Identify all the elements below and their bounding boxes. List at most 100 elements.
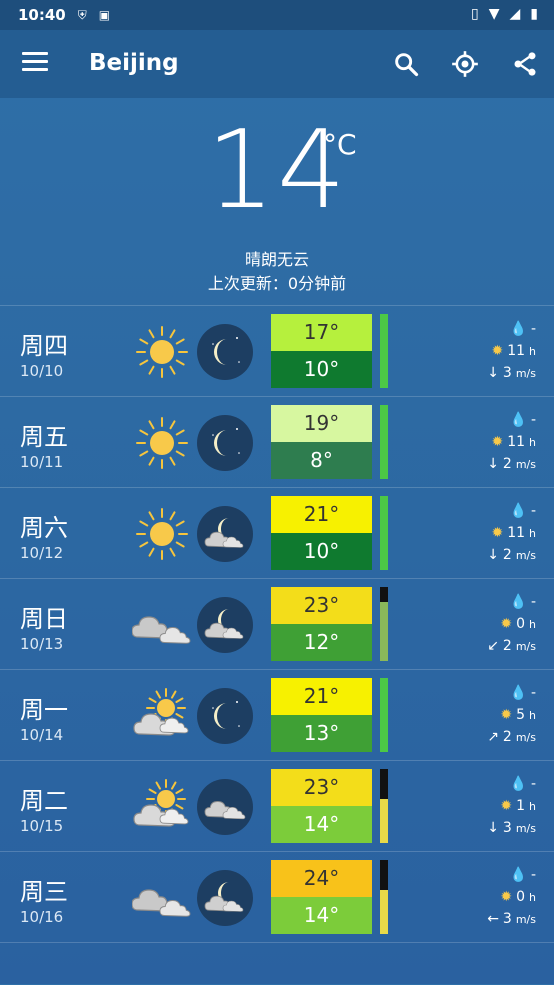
wind-speed: 3 — [502, 365, 512, 381]
last-updated: 上次更新：0分钟前 — [207, 274, 347, 293]
wind-speed: 2 — [502, 729, 512, 745]
wind-arrow-icon: ↗ — [487, 729, 499, 745]
sunshine-bar — [380, 860, 388, 934]
forecast-details: 💧 - ✹ 5 h ↗ 2 m/s — [446, 682, 536, 748]
sun-hours: 0 — [516, 889, 526, 905]
temp-high: 23° — [271, 769, 372, 806]
forecast-row[interactable]: 周三 10/16 24° 14° 💧 - ✹ 0 h ← 3 m/s — [0, 851, 554, 942]
wind-arrow-icon: ↓ — [487, 820, 499, 836]
status-bar: 10:40 ⛨ ▣ ▯ ▼ ◢ ▮ — [0, 0, 554, 30]
forecast-row[interactable]: 周六 10/12 21° 10° 💧 - ✹ 11 h ↓ 2 m/s — [0, 487, 554, 578]
forecast-date: 10/12 — [20, 544, 64, 562]
wind-unit: m/s — [515, 639, 536, 653]
share-icon[interactable] — [511, 50, 539, 78]
forecast-day: 周日 — [20, 605, 68, 633]
raindrop-icon: 💧 — [509, 321, 527, 337]
forecast-details: 💧 - ✹ 11 h ↓ 3 m/s — [446, 318, 536, 384]
raindrop-icon: 💧 — [509, 594, 527, 610]
sun-unit: h — [529, 708, 536, 722]
temperature-box: 17° 10° — [271, 314, 372, 388]
temperature-unit: °C — [323, 128, 357, 161]
sunshine-bar — [380, 405, 388, 479]
temp-low: 14° — [271, 897, 372, 934]
signal-icon: ◢ — [509, 6, 521, 22]
temperature-box: 21° 13° — [271, 678, 372, 752]
forecast-day: 周三 — [20, 878, 68, 906]
forecast-date: 10/15 — [20, 817, 64, 835]
sun-hours: 5 — [516, 707, 526, 723]
forecast-details: 💧 - ✹ 11 h ↓ 2 m/s — [446, 409, 536, 475]
sun-small-icon: ✹ — [491, 343, 504, 359]
wind-unit: m/s — [515, 457, 536, 471]
app-bar: Beijing — [0, 30, 554, 98]
wind-speed: 2 — [502, 456, 512, 472]
sunshine-bar-fill — [380, 405, 388, 479]
forecast-day: 周五 — [20, 423, 68, 451]
sunshine-bar-fill — [380, 889, 388, 934]
raindrop-icon: 💧 — [509, 503, 527, 519]
forecast-date: 10/11 — [20, 453, 64, 471]
wind-arrow-icon: ↓ — [487, 547, 499, 563]
wind-speed: 2 — [502, 638, 512, 654]
sun-icon — [132, 324, 192, 380]
sun-unit: h — [529, 435, 536, 449]
partly-cloudy-sun-icon — [132, 779, 192, 835]
current-condition: 晴朗无云 — [244, 250, 309, 269]
night-cloud-icon — [197, 779, 253, 835]
wind-unit: m/s — [515, 821, 536, 835]
sun-icon — [132, 415, 192, 471]
forecast-row[interactable]: 周一 10/14 21° 13° 💧 - ✹ 5 h ↗ 2 m/s — [0, 669, 554, 760]
wind-arrow-icon: ↙ — [487, 638, 499, 654]
menu-button[interactable] — [22, 52, 48, 74]
wind-speed: 3 — [502, 820, 512, 836]
sunshine-bar-fill — [380, 314, 388, 388]
temperature-box: 23° 12° — [271, 587, 372, 661]
forecast-date: 10/10 — [20, 362, 64, 380]
wind-unit: m/s — [515, 548, 536, 562]
sun-hours: 11 — [507, 525, 526, 541]
battery-icon: ▮ — [530, 6, 538, 22]
wind-speed: 2 — [502, 547, 512, 563]
forecast-day: 周一 — [20, 696, 68, 724]
search-icon[interactable] — [392, 50, 420, 78]
temp-low: 12° — [271, 624, 372, 661]
temp-high: 23° — [271, 587, 372, 624]
temp-high: 19° — [271, 405, 372, 442]
sun-small-icon: ✹ — [491, 525, 504, 541]
sunshine-bar-fill — [380, 496, 388, 570]
status-icons: ▯ ▼ ◢ ▮ — [471, 6, 538, 22]
rain-value: - — [530, 685, 536, 701]
location-icon[interactable] — [451, 50, 479, 78]
forecast-row[interactable]: 周二 10/15 23° 14° 💧 - ✹ 1 h ↓ 3 m/s — [0, 760, 554, 851]
night-moon-icon — [197, 688, 253, 744]
wind-unit: m/s — [515, 912, 536, 926]
wind-arrow-icon: ↓ — [487, 456, 499, 472]
sun-unit: h — [529, 344, 536, 358]
temp-low: 13° — [271, 715, 372, 752]
sun-small-icon: ✹ — [500, 616, 513, 632]
sun-small-icon: ✹ — [500, 889, 513, 905]
current-weather: 14 °C 晴朗无云 上次更新：0分钟前 — [0, 98, 554, 304]
sunshine-bar — [380, 496, 388, 570]
sun-unit: h — [529, 799, 536, 813]
sunshine-bar-fill — [380, 601, 388, 661]
current-temperature: 14 — [206, 108, 348, 233]
sun-hours: 1 — [516, 798, 526, 814]
rain-value: - — [530, 412, 536, 428]
sunshine-bar-fill — [380, 798, 388, 843]
forecast-row[interactable]: 周四 10/10 17° 10° 💧 - ✹ 11 h ↓ 3 m/s — [0, 305, 554, 396]
bottom-divider — [0, 942, 554, 985]
forecast-details: 💧 - ✹ 11 h ↓ 2 m/s — [446, 500, 536, 566]
status-time: 10:40 — [18, 6, 66, 24]
forecast-row[interactable]: 周五 10/11 19° 8° 💧 - ✹ 11 h ↓ 2 m/s — [0, 396, 554, 487]
temperature-box: 23° 14° — [271, 769, 372, 843]
night-cloudy-moon-icon — [197, 506, 253, 562]
sun-hours: 11 — [507, 343, 526, 359]
temp-high: 17° — [271, 314, 372, 351]
forecast-row[interactable]: 周日 10/13 23° 12° 💧 - ✹ 0 h ↙ 2 m/s — [0, 578, 554, 669]
night-moon-icon — [197, 415, 253, 471]
night-cloudy-moon-icon — [197, 597, 253, 653]
sunshine-bar — [380, 769, 388, 843]
forecast-date: 10/14 — [20, 726, 64, 744]
sun-hours: 0 — [516, 616, 526, 632]
